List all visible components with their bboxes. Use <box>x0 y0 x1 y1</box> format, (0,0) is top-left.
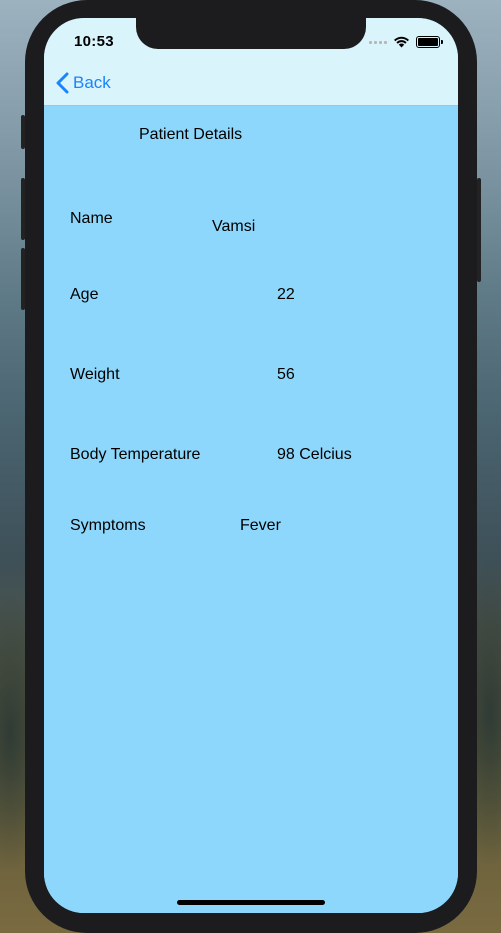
volume-down-button <box>21 248 25 310</box>
body-temperature-value: 98 Celcius <box>277 446 352 463</box>
power-button <box>477 178 481 282</box>
symptoms-value: Fever <box>240 517 281 534</box>
weight-label: Weight <box>70 366 120 383</box>
navigation-bar: Back <box>44 62 458 106</box>
weight-value: 56 <box>277 366 295 383</box>
app-screen: 10:53 Back Patient Details Name Vamsi Ag… <box>44 18 458 913</box>
device-notch <box>136 18 366 49</box>
home-indicator[interactable] <box>177 900 325 905</box>
volume-up-button <box>21 178 25 240</box>
name-label: Name <box>70 210 113 227</box>
back-button-label: Back <box>73 73 111 92</box>
page-title: Patient Details <box>139 126 243 143</box>
body-temperature-label: Body Temperature <box>70 446 201 463</box>
name-value: Vamsi <box>212 218 256 235</box>
status-icons <box>369 36 443 48</box>
age-label: Age <box>70 286 99 303</box>
symptoms-label: Symptoms <box>70 517 146 534</box>
mute-switch <box>21 115 25 149</box>
status-time: 10:53 <box>74 33 114 50</box>
back-button[interactable]: Back <box>56 72 111 94</box>
battery-icon <box>416 36 443 48</box>
patient-details-content: Patient Details Name Vamsi Age 22 Weight… <box>44 106 458 913</box>
wifi-icon <box>394 36 409 48</box>
cellular-signal-icon <box>369 40 387 44</box>
age-value: 22 <box>277 286 295 303</box>
chevron-left-icon <box>56 72 69 94</box>
